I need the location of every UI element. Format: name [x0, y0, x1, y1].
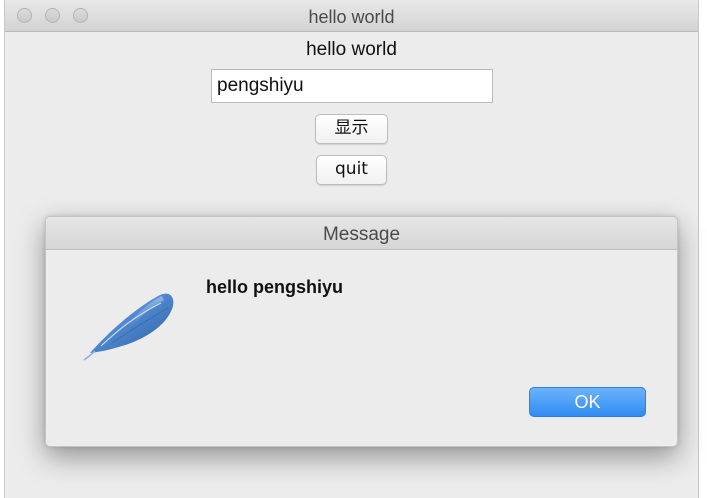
show-button[interactable]: 显示	[315, 114, 388, 144]
name-input[interactable]	[211, 69, 493, 103]
window-title: hello world	[308, 7, 395, 27]
window-titlebar[interactable]: hello world	[5, 0, 698, 32]
message-dialog: Message hello pengshiyu OK	[45, 216, 678, 447]
greeting-label: hello world	[306, 39, 397, 60]
quit-button[interactable]: quit	[316, 155, 387, 185]
feather-icon	[83, 293, 174, 361]
dialog-title: Message	[322, 224, 401, 245]
dialog-message: hello pengshiyu	[206, 277, 344, 297]
ok-button[interactable]: OK	[529, 387, 646, 417]
main-window: hello world hello world 显示 quit Message	[4, 0, 699, 498]
dialog-titlebar[interactable]: Message	[46, 217, 677, 250]
